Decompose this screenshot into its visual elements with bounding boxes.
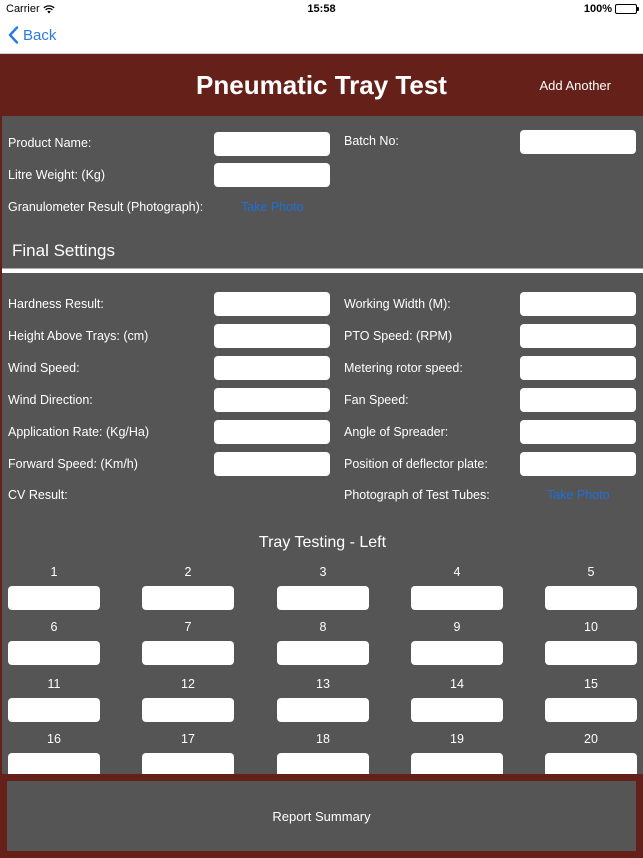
tray-input[interactable] [142, 586, 234, 610]
tray-number-label: 1 [50, 565, 58, 579]
granulometer-label: Granulometer Result (Photograph): [8, 200, 204, 214]
tray-number-label: 4 [453, 565, 461, 579]
litre-weight-input[interactable] [214, 163, 330, 187]
chevron-left-icon [8, 26, 19, 44]
report-summary-button[interactable]: Report Summary [7, 781, 636, 851]
tray-number-label: 17 [181, 732, 195, 746]
tray-number-label: 13 [316, 677, 330, 691]
working-width-input[interactable] [520, 292, 636, 316]
tray-number-label: 20 [584, 732, 598, 746]
tray-input[interactable] [8, 698, 100, 722]
tray-number-label: 14 [450, 677, 464, 691]
tray-input[interactable] [545, 698, 637, 722]
clock: 15:58 [307, 3, 336, 15]
wind-speed-input[interactable] [214, 356, 330, 380]
tray-input[interactable] [142, 698, 234, 722]
wind-direction-input[interactable] [214, 388, 330, 412]
tray-number-label: 19 [450, 732, 464, 746]
tray-input[interactable] [277, 641, 369, 665]
add-another-button[interactable]: Add Another [539, 78, 611, 93]
navigation-bar: Back [0, 20, 643, 54]
wind-direction-label: Wind Direction: [8, 393, 93, 407]
tray-number-label: 5 [587, 565, 595, 579]
deflector-plate-input[interactable] [520, 452, 636, 476]
granulometer-take-photo-button[interactable]: Take Photo [241, 200, 304, 214]
tray-number-label: 11 [47, 677, 61, 691]
working-width-label: Working Width (M): [344, 297, 451, 311]
tray-number-label: 8 [319, 620, 327, 634]
final-settings-heading: Final Settings [12, 241, 115, 260]
pto-speed-label: PTO Speed: (RPM) [344, 329, 453, 343]
tray-number-label: 16 [47, 732, 61, 746]
forward-speed-input[interactable] [214, 452, 330, 476]
tray-number-label: 15 [584, 677, 598, 691]
height-above-trays-input[interactable] [214, 324, 330, 348]
tray-number-label: 9 [453, 620, 461, 634]
battery-icon [615, 4, 639, 14]
tray-number-label: 2 [184, 565, 192, 579]
back-label: Back [23, 26, 57, 44]
back-button[interactable]: Back [8, 26, 56, 44]
section-divider [2, 268, 643, 273]
tray-input[interactable] [545, 753, 637, 774]
forward-speed-label: Forward Speed: (Km/h) [8, 457, 138, 471]
angle-of-spreader-label: Angle of Spreader: [344, 425, 449, 439]
tray-input[interactable] [8, 753, 100, 774]
tray-number-label: 18 [316, 732, 330, 746]
batch-no-label: Batch No: [344, 134, 399, 148]
tray-input[interactable] [277, 753, 369, 774]
tray-input[interactable] [545, 586, 637, 610]
tray-number-label: 10 [584, 620, 598, 634]
test-tubes-take-photo-button[interactable]: Take Photo [547, 488, 610, 502]
deflector-plate-label: Position of deflector plate: [344, 457, 488, 471]
tray-number-label: 3 [319, 565, 327, 579]
tray-testing-heading: Tray Testing - Left [258, 534, 387, 551]
tray-input[interactable] [411, 586, 503, 610]
tray-input[interactable] [277, 586, 369, 610]
batch-no-input[interactable] [520, 130, 636, 154]
litre-weight-label: Litre Weight: (Kg) [8, 168, 106, 182]
pto-speed-input[interactable] [520, 324, 636, 348]
fan-speed-label: Fan Speed: [344, 393, 409, 407]
application-rate-input[interactable] [214, 420, 330, 444]
tray-input[interactable] [411, 641, 503, 665]
metering-rotor-speed-input[interactable] [520, 356, 636, 380]
tray-input[interactable] [411, 753, 503, 774]
page-header: Pneumatic Tray Test Add Another [0, 54, 643, 116]
tray-input[interactable] [8, 641, 100, 665]
product-name-input[interactable] [214, 132, 330, 156]
angle-of-spreader-input[interactable] [520, 420, 636, 444]
cv-result-label: CV Result: [8, 488, 68, 502]
footer-bar: Report Summary [0, 774, 643, 858]
battery-status: 100% [583, 3, 639, 15]
tray-input[interactable] [277, 698, 369, 722]
tray-input[interactable] [142, 753, 234, 774]
application-rate-label: Application Rate: (Kg/Ha) [8, 425, 150, 439]
wind-speed-label: Wind Speed: [8, 361, 80, 375]
tray-input[interactable] [411, 698, 503, 722]
tray-input[interactable] [8, 586, 100, 610]
tray-number-label: 6 [50, 620, 58, 634]
test-tubes-photo-label: Photograph of Test Tubes: [344, 488, 490, 502]
tray-number-label: 12 [181, 677, 195, 691]
fan-speed-input[interactable] [520, 388, 636, 412]
product-name-label: Product Name: [8, 136, 92, 150]
height-above-trays-label: Height Above Trays: (cm) [8, 329, 149, 343]
tray-number-label: 7 [184, 620, 192, 634]
hardness-result-input[interactable] [214, 292, 330, 316]
form-content[interactable]: Product Name: Batch No: Litre Weight: (K… [0, 116, 643, 774]
hardness-result-label: Hardness Result: [8, 297, 104, 311]
metering-rotor-speed-label: Metering rotor speed: [344, 361, 463, 375]
tray-input[interactable] [142, 641, 234, 665]
battery-percent: 100% [583, 3, 612, 15]
tray-input[interactable] [545, 641, 637, 665]
status-bar: Carrier 15:58 100% [0, 0, 643, 20]
